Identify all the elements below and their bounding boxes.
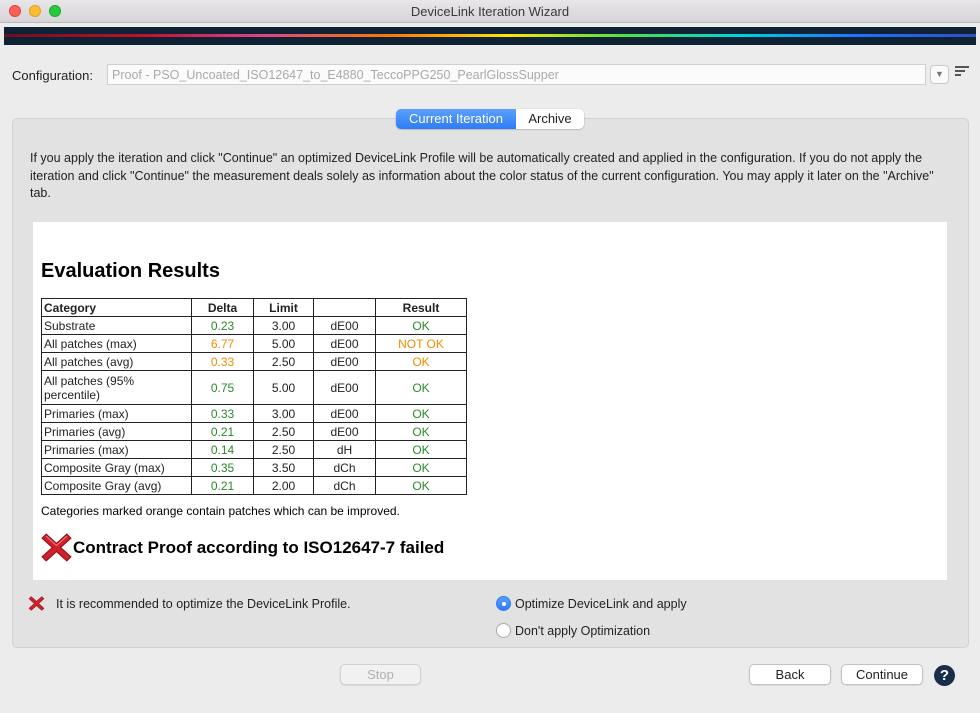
row-unit: dE00 — [313, 404, 376, 423]
row-limit: 2.50 — [253, 352, 314, 371]
stop-button[interactable]: Stop — [340, 664, 421, 685]
row-category: Composite Gray (max) — [41, 458, 192, 477]
back-button[interactable]: Back — [749, 664, 831, 685]
row-result: OK — [375, 352, 467, 371]
table-row: Primaries (max) 0.33 3.00 dE00 OK — [41, 404, 467, 423]
row-limit: 2.50 — [253, 422, 314, 441]
row-unit: dE00 — [313, 370, 376, 405]
row-result: OK — [375, 476, 467, 495]
row-category: All patches (95% percentile) — [41, 370, 192, 405]
row-unit: dE00 — [313, 352, 376, 371]
row-category: Primaries (max) — [41, 404, 192, 423]
table-row: Substrate 0.23 3.00 dE00 OK — [41, 316, 467, 335]
row-limit: 2.00 — [253, 476, 314, 495]
row-category: Substrate — [41, 316, 192, 335]
row-result: OK — [375, 458, 467, 477]
row-delta: 0.21 — [191, 476, 254, 495]
filter-icon[interactable] — [955, 66, 969, 80]
report-title: Evaluation Results — [41, 260, 220, 282]
results-table: Category Delta Limit Result Substrate 0.2… — [41, 298, 467, 495]
row-delta: 0.33 — [191, 352, 254, 371]
row-result: OK — [375, 440, 467, 459]
warning-x-icon — [28, 596, 45, 611]
fail-x-icon — [41, 533, 72, 562]
row-limit: 2.50 — [253, 440, 314, 459]
evaluation-report: Evaluation Results Category Delta Limit … — [33, 222, 947, 580]
help-icon[interactable]: ? — [934, 665, 955, 686]
row-limit: 3.00 — [253, 404, 314, 423]
row-delta: 6.77 — [191, 334, 254, 353]
no-optimize-radio[interactable] — [496, 623, 511, 638]
row-delta: 0.33 — [191, 404, 254, 423]
header-limit: Limit — [253, 298, 314, 317]
verdict-text: Contract Proof according to ISO12647-7 f… — [73, 538, 445, 557]
row-unit: dH — [313, 440, 376, 459]
configuration-select[interactable]: Proof - PSO_Uncoated_ISO12647_to_E4880_T… — [107, 64, 926, 85]
table-row: All patches (95% percentile) 0.75 5.00 dE00… — [41, 370, 467, 405]
row-delta: 0.14 — [191, 440, 254, 459]
row-unit: dCh — [313, 476, 376, 495]
title-bar: DeviceLink Iteration Wizard — [0, 0, 980, 23]
header-category: Category — [41, 298, 192, 317]
row-limit: 3.00 — [253, 316, 314, 335]
row-limit: 3.50 — [253, 458, 314, 477]
info-text: If you apply the iteration and click "Co… — [30, 151, 934, 200]
table-header-row: Category Delta Limit Result — [41, 298, 467, 317]
row-unit: dE00 — [313, 422, 376, 441]
row-delta: 0.35 — [191, 458, 254, 477]
table-row: Composite Gray (avg) 0.21 2.00 dCh OK — [41, 476, 467, 495]
row-result: OK — [375, 404, 467, 423]
row-unit: dE00 — [313, 334, 376, 353]
table-row: All patches (max) 6.77 5.00 dE00 NOT OK — [41, 334, 467, 353]
row-category: Primaries (max) — [41, 440, 192, 459]
table-row: Composite Gray (max) 0.35 3.50 dCh OK — [41, 458, 467, 477]
report-note: Categories marked orange contain patches… — [41, 504, 400, 518]
tab-archive[interactable]: Archive — [516, 109, 584, 129]
continue-button[interactable]: Continue — [841, 664, 923, 685]
tab-bar: Current Iteration Archive — [396, 109, 584, 129]
configuration-dropdown-button[interactable]: ▼ — [930, 65, 949, 84]
row-delta: 0.21 — [191, 422, 254, 441]
row-category: All patches (max) — [41, 334, 192, 353]
row-result: OK — [375, 422, 467, 441]
row-delta: 0.23 — [191, 316, 254, 335]
row-limit: 5.00 — [253, 370, 314, 405]
tab-current-iteration[interactable]: Current Iteration — [396, 109, 516, 129]
row-result: NOT OK — [375, 334, 467, 353]
table-row: Primaries (avg) 0.21 2.50 dE00 OK — [41, 422, 467, 441]
row-unit: dCh — [313, 458, 376, 477]
row-category: Composite Gray (avg) — [41, 476, 192, 495]
row-delta: 0.75 — [191, 370, 254, 405]
spectrum-line — [4, 34, 976, 37]
header-delta: Delta — [191, 298, 254, 317]
row-category: Primaries (avg) — [41, 422, 192, 441]
row-result: OK — [375, 316, 467, 335]
row-unit: dE00 — [313, 316, 376, 335]
no-optimize-radio-label[interactable]: Don't apply Optimization — [515, 624, 650, 638]
recommendation-text: It is recommended to optimize the Device… — [56, 597, 351, 611]
row-category: All patches (avg) — [41, 352, 192, 371]
row-limit: 5.00 — [253, 334, 314, 353]
table-row: All patches (avg) 0.33 2.50 dE00 OK — [41, 352, 467, 371]
window-title: DeviceLink Iteration Wizard — [410, 4, 570, 19]
header-result: Result — [375, 298, 467, 317]
table-row: Primaries (max) 0.14 2.50 dH OK — [41, 440, 467, 459]
optimize-radio-label[interactable]: Optimize DeviceLink and apply — [515, 597, 687, 611]
optimize-radio[interactable] — [496, 596, 511, 611]
header-unit — [313, 298, 376, 317]
spectrum-banner — [4, 27, 976, 45]
chevron-down-icon: ▼ — [935, 69, 944, 79]
configuration-label: Configuration: — [12, 68, 93, 83]
row-result: OK — [375, 370, 467, 405]
